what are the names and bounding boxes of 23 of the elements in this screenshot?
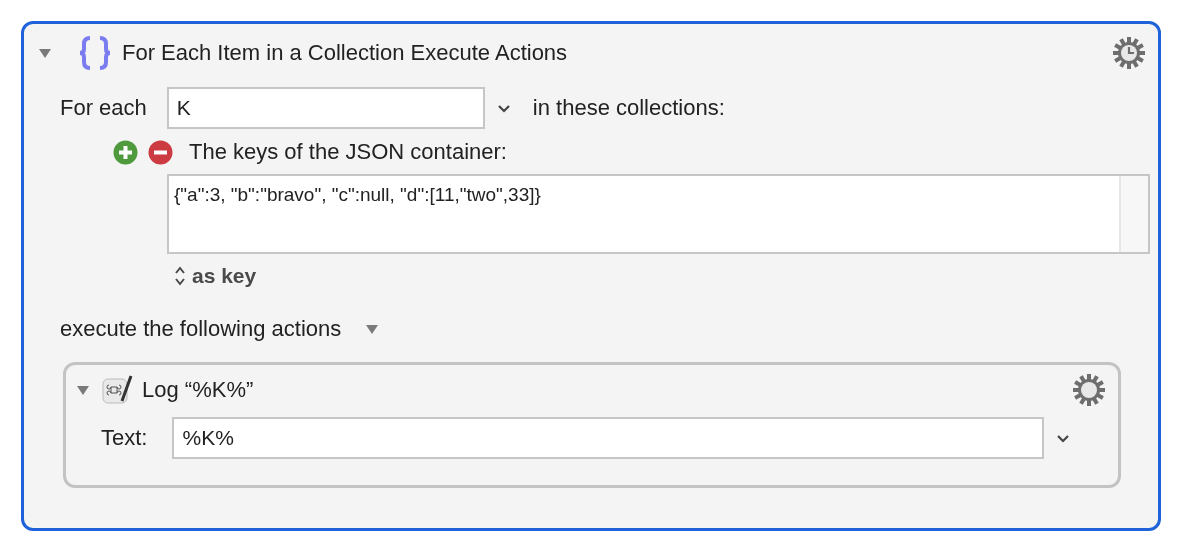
braces-icon xyxy=(78,35,112,71)
chevron-down-icon[interactable] xyxy=(496,103,511,113)
action-title: For Each Item in a Collection Execute Actions xyxy=(122,40,568,66)
collection-description: The keys of the JSON container: xyxy=(189,139,507,165)
disclosure-triangle-icon[interactable] xyxy=(365,323,380,335)
variable-field[interactable]: K xyxy=(166,87,485,129)
mode-popup[interactable]: as key xyxy=(174,264,257,288)
remove-icon[interactable] xyxy=(148,139,173,165)
disclosure-triangle-icon[interactable] xyxy=(38,47,52,59)
json-text-area[interactable]: {"a":3, "b":"bravo", "c":null, "d":[11,"two",33]} xyxy=(167,174,1150,254)
add-icon[interactable] xyxy=(113,139,138,165)
command-pen-icon xyxy=(100,373,134,407)
for-each-label: For each xyxy=(60,95,147,121)
chevron-down-icon[interactable] xyxy=(1056,433,1071,443)
actions-label: execute the following actions xyxy=(60,316,342,342)
collections-label: in these collections: xyxy=(532,95,725,121)
log-action-title: Log “%K%” xyxy=(142,377,254,403)
gear-icon[interactable] xyxy=(1072,373,1106,407)
up-down-icon xyxy=(174,265,186,287)
text-label: Text: xyxy=(101,425,148,451)
gear-clock-icon[interactable] xyxy=(1112,36,1146,70)
disclosure-triangle-icon[interactable] xyxy=(76,384,90,396)
text-field[interactable]: %K% xyxy=(172,417,1045,459)
